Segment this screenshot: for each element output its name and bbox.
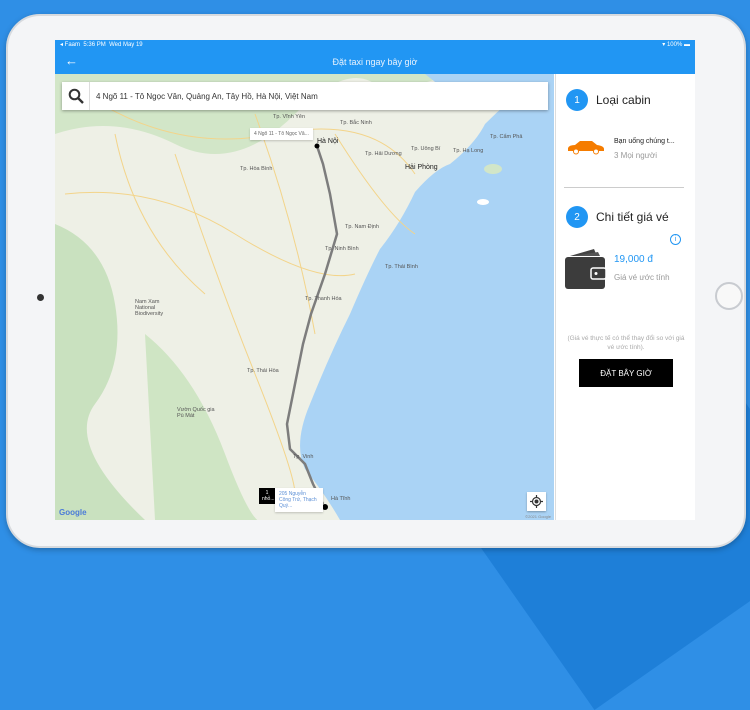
map-label: Hải Phòng [405,164,438,171]
map-label: Tp. Uông Bí [411,146,441,152]
map-label: Tp. Thái Bình [385,264,418,270]
home-button[interactable] [715,282,743,310]
map-label: Tp. Thanh Hóa [305,296,342,302]
map-label: Tp. Bắc Ninh [340,120,372,126]
map-label: Nam Xam National Biodiversity [135,299,164,317]
address-input[interactable] [90,91,548,101]
info-icon[interactable]: i [670,234,681,245]
cabin-capacity: 3 Mọi người [614,151,658,160]
map-label: Hà Tĩnh [331,496,351,502]
crosshair-icon [530,495,543,508]
map-label: Tp. Ninh Bình [325,246,359,252]
origin-tooltip[interactable]: 4 Ngõ 11 - Tô Ngọc Vâ... [250,128,313,140]
app-screen: ◂ Faam 5:36 PM Wed May 19 ▾ 100% ▬ ← Đặt… [55,40,695,520]
map-label: Vườn Quốc gia Pù Mát [177,407,215,419]
arrow-left-icon[interactable]: ← [65,53,78,68]
map-label: Tp. Hòa Bình [240,166,273,172]
book-now-button[interactable]: ĐẶT BÂY GIỜ [579,359,673,387]
divider [564,187,684,188]
step-number: 1 [566,89,588,111]
destination-badge[interactable]: 1 nhỏ... [259,488,275,504]
search-icon[interactable] [62,82,90,110]
search-bar [62,82,548,110]
step-cabin-type: 1 Loại cabin [566,89,651,111]
destination-tooltip[interactable]: 205 Nguyễn Công Trứ, Thạch Quý... [275,488,323,512]
camera [37,294,44,301]
map-label: Tp. Hải Dương [365,151,402,157]
google-logo: Google [59,508,87,517]
wallet-icon [565,249,607,289]
step-title: Chi tiết giá vé [596,210,669,224]
map-label: Tp. Nam Định [345,224,379,230]
step-number: 2 [566,206,588,228]
time: 5:36 PM [83,42,106,48]
battery-level: 100% [666,42,683,48]
battery: ▾ 100% ▬ [662,42,690,48]
map-label: Tp. Vĩnh Yên [273,114,306,120]
map-copyright: ©2021 Google [525,514,551,519]
step-title: Loại cabin [596,93,651,107]
cabin-name[interactable]: Bạn uống chúng t... [614,138,675,145]
map-label: Tp. Vinh [293,454,314,460]
map-label: Tp. Thái Hòa [247,368,279,374]
fare-label: Giá vé ước tính [614,273,670,282]
map-label: Hà Nội [317,138,339,145]
page-title: Đặt taxi ngay bây giờ [332,57,418,67]
car-icon[interactable] [566,139,606,155]
carrier: ◂ Faam [60,42,81,48]
fare-amount: 19,000 đ [614,254,653,265]
map-label: Tp. Hạ Long [453,148,484,154]
map[interactable]: Hà Nội Hải Phòng Tp. Bắc Ninh Tp. Hải Dư… [55,74,554,520]
step-fare-details: 2 Chi tiết giá vé [566,206,669,228]
map-label: Tp. Cẩm Phả [490,134,523,140]
booking-panel: 1 Loại cabin Bạn uống chúng t... 3 Mọi n… [555,74,695,520]
fare-disclaimer: (Giá vé thực tế có thể thay đổi so với g… [567,335,685,351]
header: ← Đặt taxi ngay bây giờ [55,50,695,74]
status-bar: ◂ Faam 5:36 PM Wed May 19 ▾ 100% ▬ [55,40,695,50]
date: Wed May 19 [109,42,143,48]
my-location-button[interactable] [527,492,546,511]
